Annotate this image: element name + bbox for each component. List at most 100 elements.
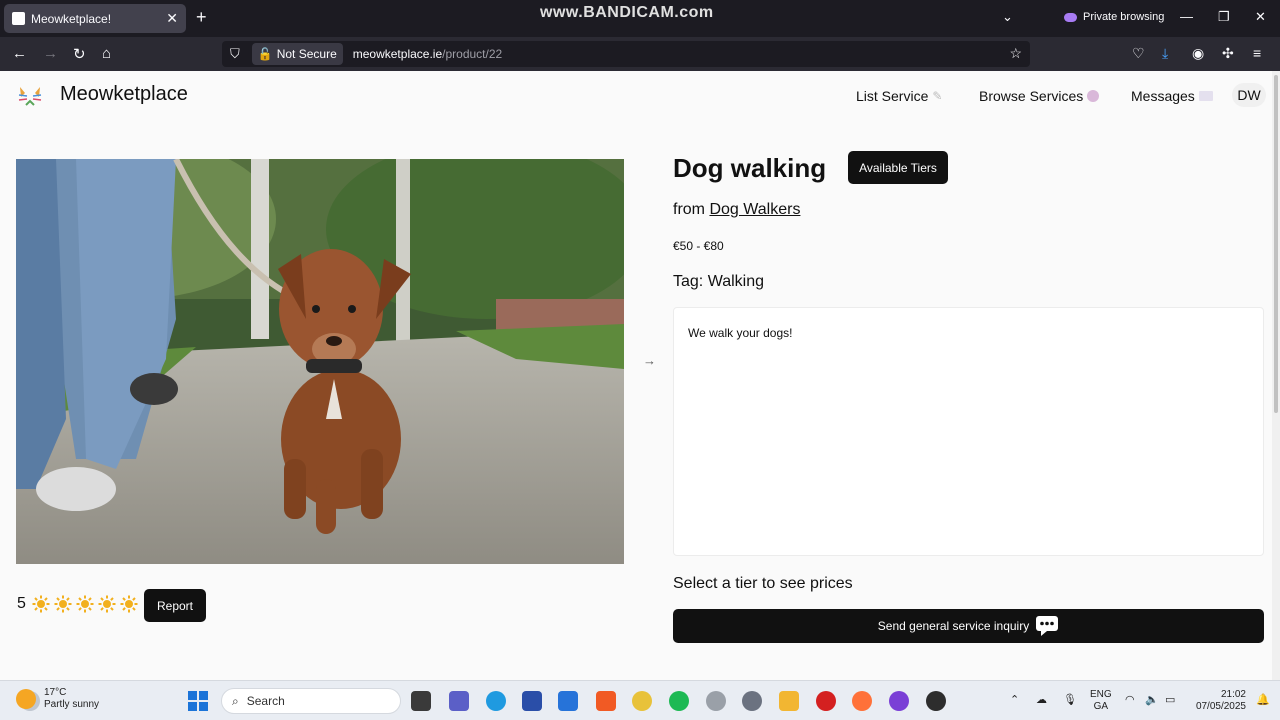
lock-warning-icon: 🔓 [257, 47, 273, 61]
description-box: We walk your dogs! [673, 307, 1264, 556]
pocket-icon[interactable]: ♡ [1132, 45, 1145, 62]
recording-watermark: www.BANDICAM.com [540, 4, 714, 21]
restore-icon[interactable]: ❐ [1218, 9, 1230, 25]
battery-icon[interactable]: ▭ [1165, 693, 1175, 706]
nav-list-service-label: List Service [856, 88, 929, 104]
browser-nav-bar: ← → ↻ ⌂ ⛉ 🔓 Not Secure meowketplace.ie/p… [0, 37, 1280, 71]
url-host: meowketplace.ie [352, 47, 443, 61]
bookmark-star-icon[interactable]: ☆ [1009, 45, 1022, 62]
store-icon[interactable] [558, 691, 578, 711]
account-icon[interactable]: ◉ [1192, 45, 1204, 62]
settings-gear-icon[interactable] [742, 691, 762, 711]
product-tag: Tag: Walking [673, 273, 764, 290]
nav-messages-label: Messages [1131, 88, 1195, 104]
taskbar-search-placeholder: Search [246, 694, 285, 708]
media-player-icon[interactable] [926, 691, 946, 711]
security-indicator[interactable]: 🔓 Not Secure [251, 43, 343, 65]
home-icon[interactable]: ⌂ [102, 45, 111, 62]
lang-line-1: ENG [1090, 689, 1112, 700]
rating-star-icon [76, 595, 94, 613]
brand-name[interactable]: Meowketplace [60, 83, 188, 106]
volume-icon[interactable]: 🔈 [1145, 693, 1159, 706]
brave-icon[interactable] [596, 691, 616, 711]
clock-date: 07/05/2025 [1195, 701, 1246, 712]
extensions-icon[interactable]: ✣ [1222, 45, 1234, 62]
provider-link[interactable]: Dog Walkers [709, 201, 800, 218]
product-title: Dog walking [673, 153, 827, 183]
clock[interactable]: 21:02 07/05/2025 [1190, 689, 1246, 713]
rating-star-icon [120, 595, 138, 613]
nav-browse-services-label: Browse Services [979, 88, 1084, 104]
forward-icon[interactable]: → [43, 45, 58, 62]
reload-icon[interactable]: ↻ [73, 45, 86, 63]
tab-list-chevron-icon[interactable]: ⌄ [1002, 9, 1013, 25]
firefox-icon[interactable] [852, 691, 872, 711]
chat-bubble-icon [1036, 616, 1059, 636]
user-avatar[interactable]: DW [1232, 83, 1266, 107]
language-indicator[interactable]: ENG GA [1090, 689, 1112, 713]
back-icon[interactable]: ← [12, 45, 27, 62]
new-tab-icon[interactable]: + [196, 7, 207, 28]
edge-icon[interactable] [486, 691, 506, 711]
price-range: €50 - €80 [673, 239, 724, 253]
description-text: We walk your dogs! [688, 326, 793, 340]
rating-star-icon [32, 595, 50, 613]
private-browsing-label: Private browsing [1083, 11, 1165, 23]
provider-line: from Dog Walkers [673, 201, 800, 219]
menu-icon[interactable]: ≡ [1253, 45, 1261, 61]
nav-browse-services[interactable]: Browse Services [979, 88, 1100, 104]
tray-chevron-up-icon[interactable]: ⌃ [1010, 693, 1019, 706]
nav-messages[interactable]: Messages [1131, 88, 1213, 104]
next-image-arrow-icon[interactable]: → [643, 353, 656, 368]
select-tier-prompt: Select a tier to see prices [673, 575, 853, 592]
notification-bell-icon[interactable]: 🔔 [1256, 693, 1270, 706]
address-bar[interactable]: ⛉ 🔓 Not Secure meowketplace.ie/product/2… [222, 41, 1030, 67]
from-prefix: from [673, 201, 705, 218]
scrollbar-thumb[interactable] [1274, 75, 1278, 413]
tab-title: Meowketplace! [31, 11, 112, 26]
lang-line-2: GA [1093, 701, 1109, 712]
task-view-icon[interactable] [411, 691, 431, 711]
cat-logo-icon[interactable] [16, 81, 44, 109]
site-header: Meowketplace List Service ✎ Browse Servi… [0, 71, 1272, 119]
chrome-icon[interactable] [632, 691, 652, 711]
rating-star-icon [54, 595, 72, 613]
favicon-icon [12, 12, 25, 25]
page-scrollbar[interactable] [1272, 71, 1280, 680]
record-icon[interactable] [816, 691, 836, 711]
minimize-icon[interactable]: — [1180, 9, 1193, 24]
available-tiers-button[interactable]: Available Tiers [848, 151, 948, 184]
taskbar-search[interactable]: ⌕ Search [221, 688, 401, 714]
send-inquiry-button[interactable]: Send general service inquiry [673, 609, 1264, 643]
report-button[interactable]: Report [144, 589, 206, 622]
url-text[interactable]: meowketplace.ie/product/22 [353, 47, 502, 61]
rating-value: 5 [17, 595, 26, 612]
onedrive-icon[interactable]: ☁ [1036, 693, 1047, 706]
b-app-icon[interactable] [522, 691, 542, 711]
microphone-icon[interactable]: 🎙 [1063, 693, 1077, 706]
security-label: Not Secure [276, 47, 337, 61]
private-browsing-indicator: Private browsing [1064, 11, 1164, 23]
url-path: /product/22 [442, 47, 503, 61]
shield-icon[interactable]: ⛉ [230, 46, 240, 62]
browser-tab[interactable]: Meowketplace! ✕ [4, 4, 186, 33]
app-icon[interactable] [706, 691, 726, 711]
send-inquiry-label: Send general service inquiry [877, 619, 1030, 633]
downloads-icon[interactable]: ⤓ [1162, 45, 1168, 62]
nav-list-service[interactable]: List Service ✎ [856, 88, 942, 104]
search-icon: ⌕ [232, 693, 239, 708]
rating-star-icon [98, 595, 116, 613]
teams-icon[interactable] [449, 691, 469, 711]
partly-sunny-icon [16, 689, 36, 709]
window-close-icon[interactable]: ✕ [1255, 9, 1266, 25]
file-explorer-icon[interactable] [779, 691, 799, 711]
firefox-private-icon[interactable] [889, 691, 909, 711]
close-tab-icon[interactable]: ✕ [166, 10, 178, 27]
windows-start-icon[interactable] [188, 691, 208, 711]
spotify-icon[interactable] [669, 691, 689, 711]
envelope-icon [1198, 91, 1213, 101]
rating-stars [32, 595, 138, 613]
taskbar: 17°C Partly sunny ⌕ Search ⌃ ☁ 🎙 ENG GA … [0, 680, 1280, 720]
wifi-icon[interactable]: ◠ [1125, 693, 1135, 706]
weather-widget[interactable]: 17°C Partly sunny [16, 687, 99, 711]
